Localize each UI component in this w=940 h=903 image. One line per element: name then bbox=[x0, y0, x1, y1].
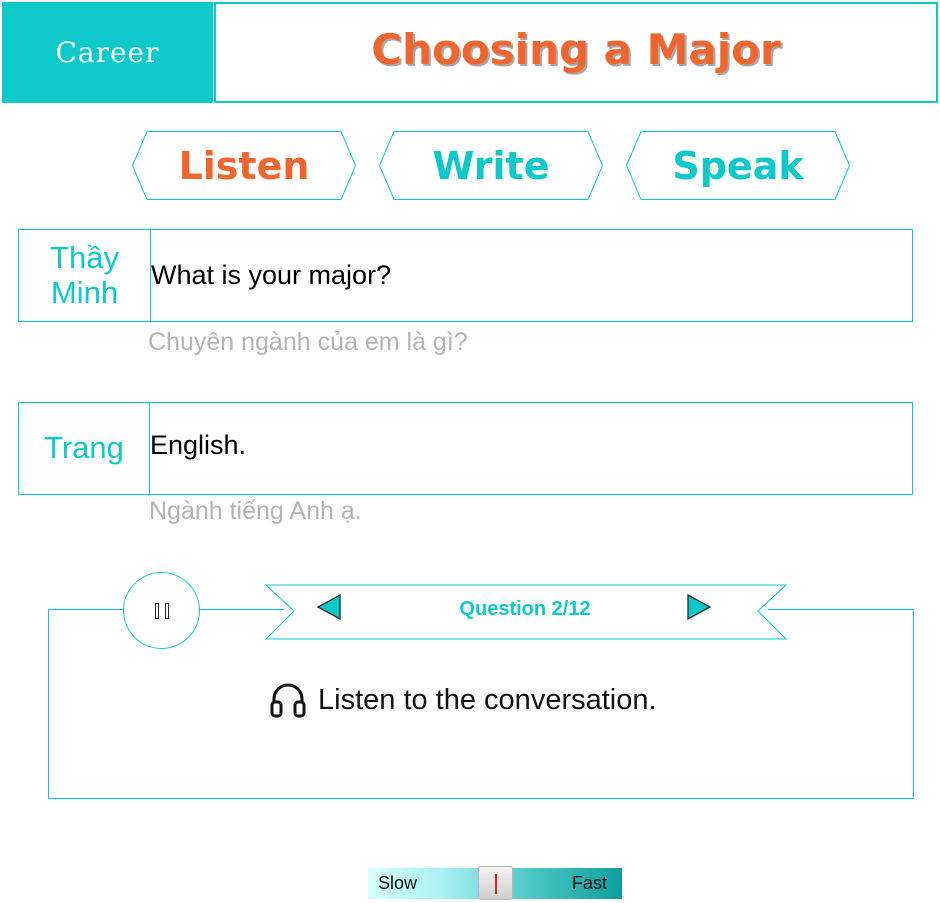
tab-listen-label: Listen bbox=[178, 143, 310, 188]
triangle-right-icon bbox=[687, 594, 712, 620]
panel-border bbox=[768, 609, 914, 610]
tab-listen[interactable]: Listen bbox=[132, 131, 356, 200]
pause-icon bbox=[154, 602, 169, 619]
instruction-row: Listen to the conversation. bbox=[268, 678, 728, 722]
panel-border bbox=[48, 609, 124, 610]
pause-button[interactable] bbox=[123, 572, 200, 649]
dialogue-text: What is your major? bbox=[151, 260, 392, 290]
tab-speak[interactable]: Speak bbox=[626, 131, 850, 200]
speed-slow-label: Slow bbox=[378, 873, 418, 893]
dialogue-line[interactable]: Thầy Minh What is your major? bbox=[18, 229, 913, 322]
speed-fast-label: Fast bbox=[572, 873, 608, 893]
instruction-text: Listen to the conversation. bbox=[318, 683, 657, 716]
dialogue-translation: Chuyên ngành của em là gì? bbox=[148, 328, 468, 356]
speaker-name: Trang bbox=[44, 430, 124, 466]
next-question-button[interactable] bbox=[686, 594, 712, 620]
speed-slider-handle[interactable] bbox=[478, 866, 513, 900]
tab-speak-label: Speak bbox=[672, 143, 804, 188]
tab-write[interactable]: Write bbox=[379, 131, 603, 200]
headphones-icon bbox=[270, 683, 306, 718]
previous-question-button[interactable] bbox=[316, 594, 342, 620]
page-title: Choosing a Major bbox=[371, 25, 781, 74]
speaker-name: Thầy Minh bbox=[50, 240, 119, 310]
dialogue-translation: Ngành tiếng Anh ạ. bbox=[149, 497, 362, 525]
dialogue-line[interactable]: Trang English. bbox=[18, 402, 913, 495]
tab-write-label: Write bbox=[432, 143, 550, 188]
category-label: Career bbox=[55, 36, 160, 69]
question-counter: Question 2/12 bbox=[459, 597, 591, 620]
dialogue-text: English. bbox=[150, 430, 247, 460]
handle-marker bbox=[495, 874, 497, 894]
triangle-left-icon bbox=[316, 594, 341, 620]
